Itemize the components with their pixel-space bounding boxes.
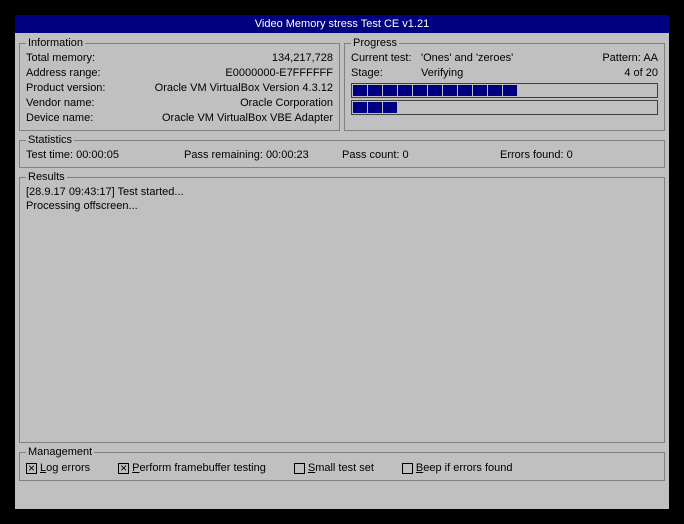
progress-block (548, 102, 562, 113)
stat-test-time: Test time: 00:00:05 (26, 148, 184, 163)
progress-bar-1 (351, 83, 658, 98)
stat-pass-count: Pass count: 0 (342, 148, 500, 163)
progress-block (398, 102, 412, 113)
progress-block (608, 102, 622, 113)
progress-block (428, 85, 442, 96)
information-legend: Information (26, 37, 85, 49)
main-window: Video Memory stress Test CE v1.21 Inform… (14, 14, 670, 510)
current-test-value: 'Ones' and 'zeroes' (421, 51, 602, 66)
information-group: Information Total memory: 134,217,728 Ad… (19, 37, 340, 131)
progress-block (533, 85, 547, 96)
info-value: Oracle VM VirtualBox Version 4.3.12 (155, 81, 333, 96)
checkbox-label: Perform framebuffer testing (132, 461, 266, 476)
statistics-legend: Statistics (26, 134, 74, 146)
progress-block (533, 102, 547, 113)
progress-block (518, 102, 532, 113)
checkbox-log-errors[interactable]: Log errors (26, 461, 90, 476)
progress-block (518, 85, 532, 96)
progress-block (608, 85, 622, 96)
checkbox-label: Small test set (308, 461, 374, 476)
info-value: Oracle VM VirtualBox VBE Adapter (162, 111, 333, 126)
progress-block (398, 85, 412, 96)
progress-block (623, 85, 637, 96)
stage-value: Verifying (421, 66, 624, 81)
statistics-group: Statistics Test time: 00:00:05 Pass rema… (19, 134, 665, 168)
checkbox-mark[interactable] (402, 463, 413, 474)
info-value: 134,217,728 (272, 51, 333, 66)
progress-block (503, 102, 517, 113)
checkbox-small-test-set[interactable]: Small test set (294, 461, 374, 476)
checkbox-mark[interactable] (26, 463, 37, 474)
stage-label: Stage: (351, 66, 421, 81)
window-title: Video Memory stress Test CE v1.21 (15, 15, 669, 33)
progress-block (383, 102, 397, 113)
progress-current-test-row: Current test: 'Ones' and 'zeroes' Patter… (351, 51, 658, 66)
info-label: Address range: (26, 66, 101, 81)
info-row: Address range: E0000000-E7FFFFFF (26, 66, 333, 81)
checkbox-label: Log errors (40, 461, 90, 476)
results-line: Processing offscreen... (26, 199, 658, 213)
progress-block (563, 85, 577, 96)
progress-block (443, 102, 457, 113)
progress-block (383, 85, 397, 96)
info-label: Product version: (26, 81, 105, 96)
stage-count: 4 of 20 (624, 66, 658, 81)
info-value: E0000000-E7FFFFFF (225, 66, 333, 81)
progress-block (638, 85, 652, 96)
progress-block (428, 102, 442, 113)
progress-block (578, 85, 592, 96)
management-legend: Management (26, 446, 94, 458)
progress-block (578, 102, 592, 113)
info-row: Product version: Oracle VM VirtualBox Ve… (26, 81, 333, 96)
info-row: Vendor name: Oracle Corporation (26, 96, 333, 111)
progress-block (413, 102, 427, 113)
checkbox-mark[interactable] (294, 463, 305, 474)
progress-block (593, 102, 607, 113)
info-value: Oracle Corporation (240, 96, 333, 111)
window-content: Information Total memory: 134,217,728 Ad… (15, 33, 669, 488)
progress-block (353, 85, 367, 96)
stat-pass-remaining: Pass remaining: 00:00:23 (184, 148, 342, 163)
progress-block (458, 102, 472, 113)
pattern-label: Pattern: AA (602, 51, 658, 66)
info-label: Device name: (26, 111, 93, 126)
progress-block (593, 85, 607, 96)
checkbox-mark[interactable] (118, 463, 129, 474)
info-label: Total memory: (26, 51, 95, 66)
progress-block (473, 85, 487, 96)
progress-block (368, 85, 382, 96)
progress-block (488, 102, 502, 113)
progress-group: Progress Current test: 'Ones' and 'zeroe… (344, 37, 665, 131)
results-group: Results [28.9.17 09:43:17] Test started.… (19, 171, 665, 443)
progress-block (443, 85, 457, 96)
progress-block (488, 85, 502, 96)
progress-block (638, 102, 652, 113)
progress-block (413, 85, 427, 96)
results-line: [28.9.17 09:43:17] Test started... (26, 185, 658, 199)
management-group: Management Log errors Perform framebuffer… (19, 446, 665, 481)
progress-block (623, 102, 637, 113)
progress-bar-2 (351, 100, 658, 115)
stat-errors-found: Errors found: 0 (500, 148, 658, 163)
progress-block (458, 85, 472, 96)
current-test-label: Current test: (351, 51, 421, 66)
progress-block (503, 85, 517, 96)
progress-legend: Progress (351, 37, 399, 49)
progress-stage-row: Stage: Verifying 4 of 20 (351, 66, 658, 81)
progress-block (368, 102, 382, 113)
results-legend: Results (26, 171, 67, 183)
info-label: Vendor name: (26, 96, 95, 111)
info-row: Total memory: 134,217,728 (26, 51, 333, 66)
progress-block (353, 102, 367, 113)
progress-block (548, 85, 562, 96)
progress-block (473, 102, 487, 113)
checkbox-beep-if-errors-found[interactable]: Beep if errors found (402, 461, 513, 476)
checkbox-perform-framebuffer-testing[interactable]: Perform framebuffer testing (118, 461, 266, 476)
checkbox-label: Beep if errors found (416, 461, 513, 476)
progress-block (563, 102, 577, 113)
info-row: Device name: Oracle VM VirtualBox VBE Ad… (26, 111, 333, 126)
results-body: [28.9.17 09:43:17] Test started...Proces… (26, 185, 658, 213)
